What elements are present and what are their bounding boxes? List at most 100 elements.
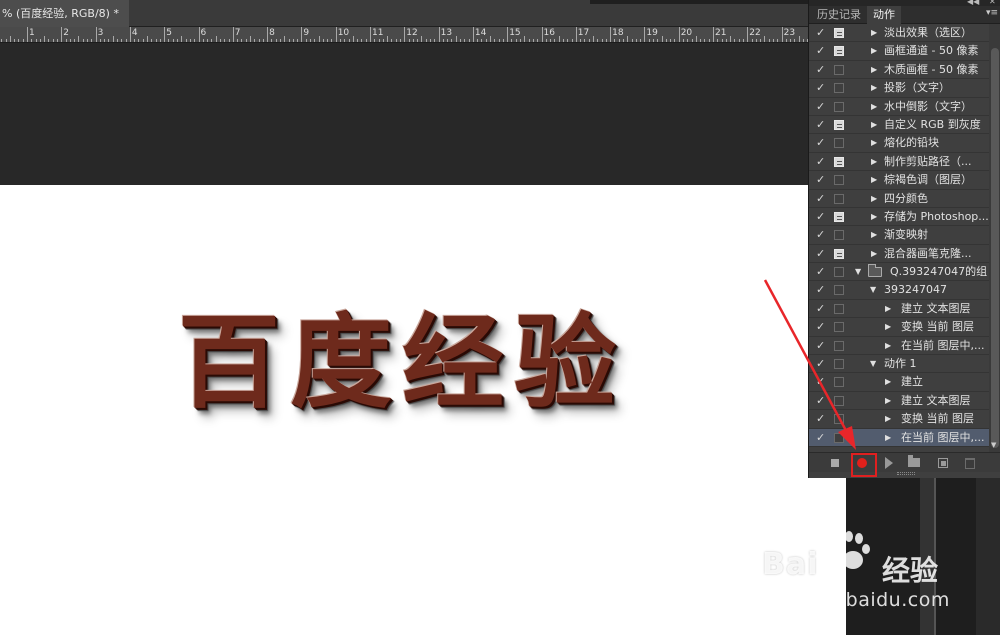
collapsed-triangle-icon[interactable]: ▶ [871, 101, 877, 113]
actions-scrollbar[interactable]: ▼ [989, 24, 1000, 452]
action-row[interactable]: ✓ ▶ 画框通道 - 50 像素 [809, 42, 989, 61]
toggle-dialog-icon[interactable] [834, 340, 844, 351]
expanded-triangle-icon[interactable]: ▼ [855, 266, 861, 278]
action-row[interactable]: ✓ ▶ 水中倒影（文字） [809, 98, 989, 116]
toggle-dialog-icon[interactable] [834, 101, 844, 112]
toggle-item-checkmark-icon[interactable]: ✓ [816, 247, 828, 261]
action-row[interactable]: ✓ ▶ 渐变映射 [809, 226, 989, 245]
action-row[interactable]: ✓ ▶ 投影（文字） [809, 79, 989, 98]
collapsed-triangle-icon[interactable]: ▶ [885, 432, 891, 444]
collapsed-triangle-icon[interactable]: ▶ [871, 27, 877, 39]
toggle-dialog-icon[interactable] [834, 193, 844, 204]
expanded-triangle-icon[interactable]: ▼ [870, 284, 876, 296]
tab-actions[interactable]: 动作 [867, 6, 901, 24]
toggle-dialog-icon[interactable] [834, 322, 844, 333]
toggle-item-checkmark-icon[interactable]: ✓ [816, 357, 828, 371]
toggle-item-checkmark-icon[interactable]: ✓ [816, 136, 828, 150]
action-row[interactable]: ✓ ▶ 棕褐色调（图层） [809, 171, 989, 190]
toggle-dialog-icon[interactable] [834, 119, 844, 130]
collapsed-triangle-icon[interactable]: ▶ [885, 376, 891, 388]
toggle-dialog-icon[interactable] [834, 28, 844, 38]
document-tab[interactable]: % (百度经验, RGB/8) * [0, 0, 129, 27]
toggle-item-checkmark-icon[interactable]: ✓ [816, 320, 828, 334]
collapsed-triangle-icon[interactable]: ▶ [871, 229, 877, 241]
action-row[interactable]: ✓ ▶ 木质画框 - 50 像素 [809, 61, 989, 80]
collapsed-triangle-icon[interactable]: ▶ [871, 137, 877, 149]
new-action-icon[interactable] [938, 458, 948, 468]
record-icon[interactable] [857, 458, 867, 468]
toggle-dialog-icon[interactable] [834, 303, 844, 314]
collapsed-triangle-icon[interactable]: ▶ [871, 193, 877, 205]
action-row[interactable]: ✓ ▶ 混合器画笔克隆... [809, 245, 989, 264]
collapsed-triangle-icon[interactable]: ▶ [885, 321, 891, 333]
tab-history[interactable]: 历史记录 [811, 6, 867, 24]
collapsed-triangle-icon[interactable]: ▶ [871, 248, 877, 260]
panel-menu-icon[interactable]: ▾≡ [986, 8, 998, 18]
toggle-dialog-icon[interactable] [834, 175, 844, 186]
action-row[interactable]: ✓ ▶ 建立 [809, 373, 989, 392]
toggle-item-checkmark-icon[interactable]: ✓ [816, 210, 828, 224]
action-row[interactable]: ✓ ▶ 建立 文本图层 [809, 392, 989, 411]
action-row[interactable]: ✓ ▶ 存储为 Photoshop... [809, 208, 989, 227]
collapsed-triangle-icon[interactable]: ▶ [885, 413, 891, 425]
action-row[interactable]: ✓ ▼ Q.393247047的组 [809, 263, 989, 282]
collapsed-triangle-icon[interactable]: ▶ [871, 119, 877, 131]
toggle-item-checkmark-icon[interactable]: ✓ [816, 431, 828, 445]
expanded-triangle-icon[interactable]: ▼ [870, 358, 876, 370]
scroll-down-icon[interactable]: ▼ [991, 441, 996, 449]
action-row[interactable]: ✓ ▶ 在当前 图层中,... [809, 337, 989, 356]
toggle-item-checkmark-icon[interactable]: ✓ [816, 412, 828, 426]
toggle-item-checkmark-icon[interactable]: ✓ [816, 394, 828, 408]
toggle-dialog-icon[interactable] [834, 414, 844, 425]
delete-icon[interactable] [965, 458, 975, 469]
stop-icon[interactable] [831, 459, 839, 467]
toggle-item-checkmark-icon[interactable]: ✓ [816, 100, 828, 114]
collapsed-triangle-icon[interactable]: ▶ [871, 82, 877, 94]
collapsed-triangle-icon[interactable]: ▶ [885, 395, 891, 407]
toggle-dialog-icon[interactable] [834, 230, 844, 241]
toggle-item-checkmark-icon[interactable]: ✓ [816, 265, 828, 279]
action-row[interactable]: ✓ ▼ 393247047 [809, 281, 989, 300]
collapsed-triangle-icon[interactable]: ▶ [885, 303, 891, 315]
toggle-item-checkmark-icon[interactable]: ✓ [816, 173, 828, 187]
action-row[interactable]: ✓ ▼ 动作 1 [809, 355, 989, 374]
toggle-item-checkmark-icon[interactable]: ✓ [816, 283, 828, 297]
toggle-item-checkmark-icon[interactable]: ✓ [816, 339, 828, 353]
toggle-dialog-icon[interactable] [834, 138, 844, 149]
horizontal-ruler[interactable]: 1 2 3 4 5 6 7 8 9 10 11 12 13 14 15 16 17 18 19 20 21 22 23 [0, 27, 808, 43]
toggle-item-checkmark-icon[interactable]: ✓ [816, 375, 828, 389]
collapsed-triangle-icon[interactable]: ▶ [871, 64, 877, 76]
toggle-item-checkmark-icon[interactable]: ✓ [816, 302, 828, 316]
toggle-dialog-icon[interactable] [834, 395, 844, 406]
action-row[interactable]: ✓ ▶ 在当前 图层中,... [809, 428, 989, 447]
action-row[interactable]: ✓ ▶ 四分颜色 [809, 190, 989, 208]
action-row[interactable]: ✓ ▶ 变换 当前 图层 [809, 410, 989, 429]
toggle-dialog-icon[interactable] [834, 267, 844, 278]
collapsed-triangle-icon[interactable]: ▶ [871, 211, 877, 223]
toggle-dialog-icon[interactable] [834, 248, 844, 259]
panel-resize-grip[interactable] [897, 472, 915, 475]
toggle-dialog-icon[interactable] [834, 359, 844, 370]
action-row[interactable]: ✓ ▶ 变换 当前 图层 [809, 318, 989, 337]
play-icon[interactable] [885, 457, 893, 469]
toggle-item-checkmark-icon[interactable]: ✓ [816, 118, 828, 132]
toggle-dialog-icon[interactable] [834, 64, 844, 75]
action-row[interactable]: ✓ ▶ 淡出效果（选区） [809, 24, 989, 43]
toggle-dialog-icon[interactable] [834, 156, 844, 167]
action-row[interactable]: ✓ ▶ 制作剪贴路径（... [809, 153, 989, 172]
action-row[interactable]: ✓ ▶ 熔化的铅块 [809, 134, 989, 153]
collapsed-triangle-icon[interactable]: ▶ [871, 156, 877, 168]
toggle-item-checkmark-icon[interactable]: ✓ [816, 26, 828, 40]
toggle-item-checkmark-icon[interactable]: ✓ [816, 192, 828, 206]
collapsed-triangle-icon[interactable]: ▶ [885, 340, 891, 352]
toggle-item-checkmark-icon[interactable]: ✓ [816, 44, 828, 58]
scrollbar-thumb[interactable] [991, 48, 999, 448]
toggle-dialog-icon[interactable] [834, 377, 844, 388]
toggle-item-checkmark-icon[interactable]: ✓ [816, 155, 828, 169]
action-row[interactable]: ✓ ▶ 建立 文本图层 [809, 300, 989, 319]
collapsed-triangle-icon[interactable]: ▶ [871, 45, 877, 57]
new-set-icon[interactable] [908, 455, 920, 467]
action-row[interactable]: ✓ ▶ 自定义 RGB 到灰度 [809, 116, 989, 135]
toggle-dialog-icon[interactable] [834, 83, 844, 94]
toggle-dialog-icon[interactable] [834, 285, 844, 296]
